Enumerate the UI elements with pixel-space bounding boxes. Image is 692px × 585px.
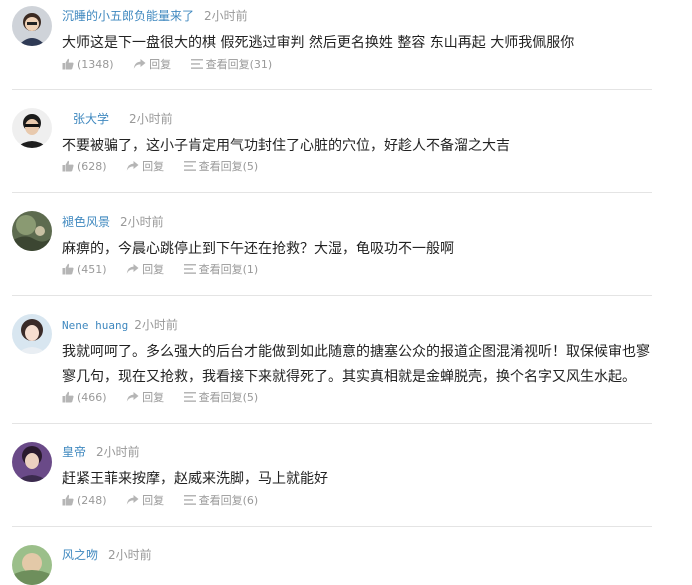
username[interactable]: 张大学 (73, 112, 109, 126)
reply-button[interactable]: 回复 (133, 56, 171, 74)
avatar[interactable] (12, 314, 52, 354)
avatar[interactable] (12, 108, 52, 148)
view-replies-label: 查看回复(5) (198, 391, 259, 404)
thumbs-up-icon (62, 494, 74, 506)
username[interactable]: 褪色风景 (62, 215, 110, 229)
avatar[interactable] (12, 6, 52, 46)
view-replies-label: 查看回复(31) (205, 58, 273, 71)
divider (12, 526, 652, 527)
reply-arrow-icon (126, 263, 139, 275)
thumbs-up-icon (62, 58, 74, 70)
view-replies-label: 查看回复(6) (198, 494, 259, 507)
reply-arrow-icon (126, 391, 139, 403)
comment-text: 我就呵呵了。多么强大的后台才能做到如此随意的搪塞公众的报道企图混淆视听！取保候审… (62, 344, 650, 385)
comment-text: 麻痹的，今晨心跳停止到下午还在抢救？大湿，龟吸功不一般啊 (62, 241, 454, 257)
reply-label: 回复 (142, 494, 165, 507)
like-button[interactable]: (451) (62, 261, 107, 279)
comment-text: 不要被骗了，这小子肯定用气功封住了心脏的穴位，好趁人不备溜之大吉 (62, 138, 510, 154)
comment-text: 赶紧王菲来按摩，赵威来洗脚，马上就能好 (62, 471, 328, 487)
view-replies-label: 查看回复(1) (198, 263, 259, 276)
view-replies-button[interactable]: 查看回复(5) (183, 158, 259, 176)
like-count: (628) (77, 160, 107, 173)
reply-label: 回复 (142, 391, 165, 404)
like-button[interactable]: (248) (62, 492, 107, 510)
view-replies-button[interactable]: 查看回复(31) (190, 56, 273, 74)
reply-button[interactable]: 回复 (126, 158, 164, 176)
timestamp: 2小时前 (204, 9, 248, 23)
username[interactable]: 沉睡的小五郎负能量来了 (62, 9, 194, 23)
reply-button[interactable]: 回复 (126, 389, 164, 407)
reply-label: 回复 (142, 263, 165, 276)
view-replies-button[interactable]: 查看回复(1) (183, 261, 259, 279)
thumbs-up-icon (62, 391, 74, 403)
timestamp: 2小时前 (96, 445, 140, 459)
like-button[interactable]: (466) (62, 389, 107, 407)
avatar[interactable] (12, 442, 52, 482)
username[interactable]: 风之吻 (62, 548, 98, 562)
list-lines-icon (183, 494, 196, 506)
avatar[interactable] (12, 211, 52, 251)
list-lines-icon (183, 391, 196, 403)
like-count: (466) (77, 391, 107, 404)
timestamp: 2小时前 (108, 548, 152, 562)
view-replies-button[interactable]: 查看回复(5) (183, 389, 259, 407)
username[interactable]: 皇帝 (62, 445, 86, 459)
username[interactable]: Nene huang (62, 319, 128, 332)
divider (12, 295, 652, 296)
like-count: (1348) (77, 58, 114, 71)
timestamp: 2小时前 (134, 318, 178, 332)
avatar[interactable] (12, 545, 52, 585)
like-count: (451) (77, 263, 107, 276)
view-replies-button[interactable]: 查看回复(6) (183, 492, 259, 510)
reply-button[interactable]: 回复 (126, 261, 164, 279)
divider (12, 192, 652, 193)
reply-label: 回复 (142, 160, 165, 173)
reply-button[interactable]: 回复 (126, 492, 164, 510)
like-button[interactable]: (628) (62, 158, 107, 176)
list-lines-icon (183, 160, 196, 172)
list-lines-icon (190, 58, 203, 70)
comment-text: 大师这是下一盘很大的棋 假死逃过审判 然后更名换姓 整容 东山再起 大师我佩服你 (62, 35, 575, 51)
view-replies-label: 查看回复(5) (198, 160, 259, 173)
timestamp: 2小时前 (129, 112, 173, 126)
reply-arrow-icon (126, 494, 139, 506)
reply-arrow-icon (126, 160, 139, 172)
thumbs-up-icon (62, 160, 74, 172)
list-lines-icon (183, 263, 196, 275)
like-count: (248) (77, 494, 107, 507)
reply-label: 回复 (149, 58, 172, 71)
like-button[interactable]: (1348) (62, 56, 114, 74)
divider (12, 423, 652, 424)
timestamp: 2小时前 (120, 215, 164, 229)
thumbs-up-icon (62, 263, 74, 275)
reply-arrow-icon (133, 58, 146, 70)
divider (12, 89, 652, 90)
